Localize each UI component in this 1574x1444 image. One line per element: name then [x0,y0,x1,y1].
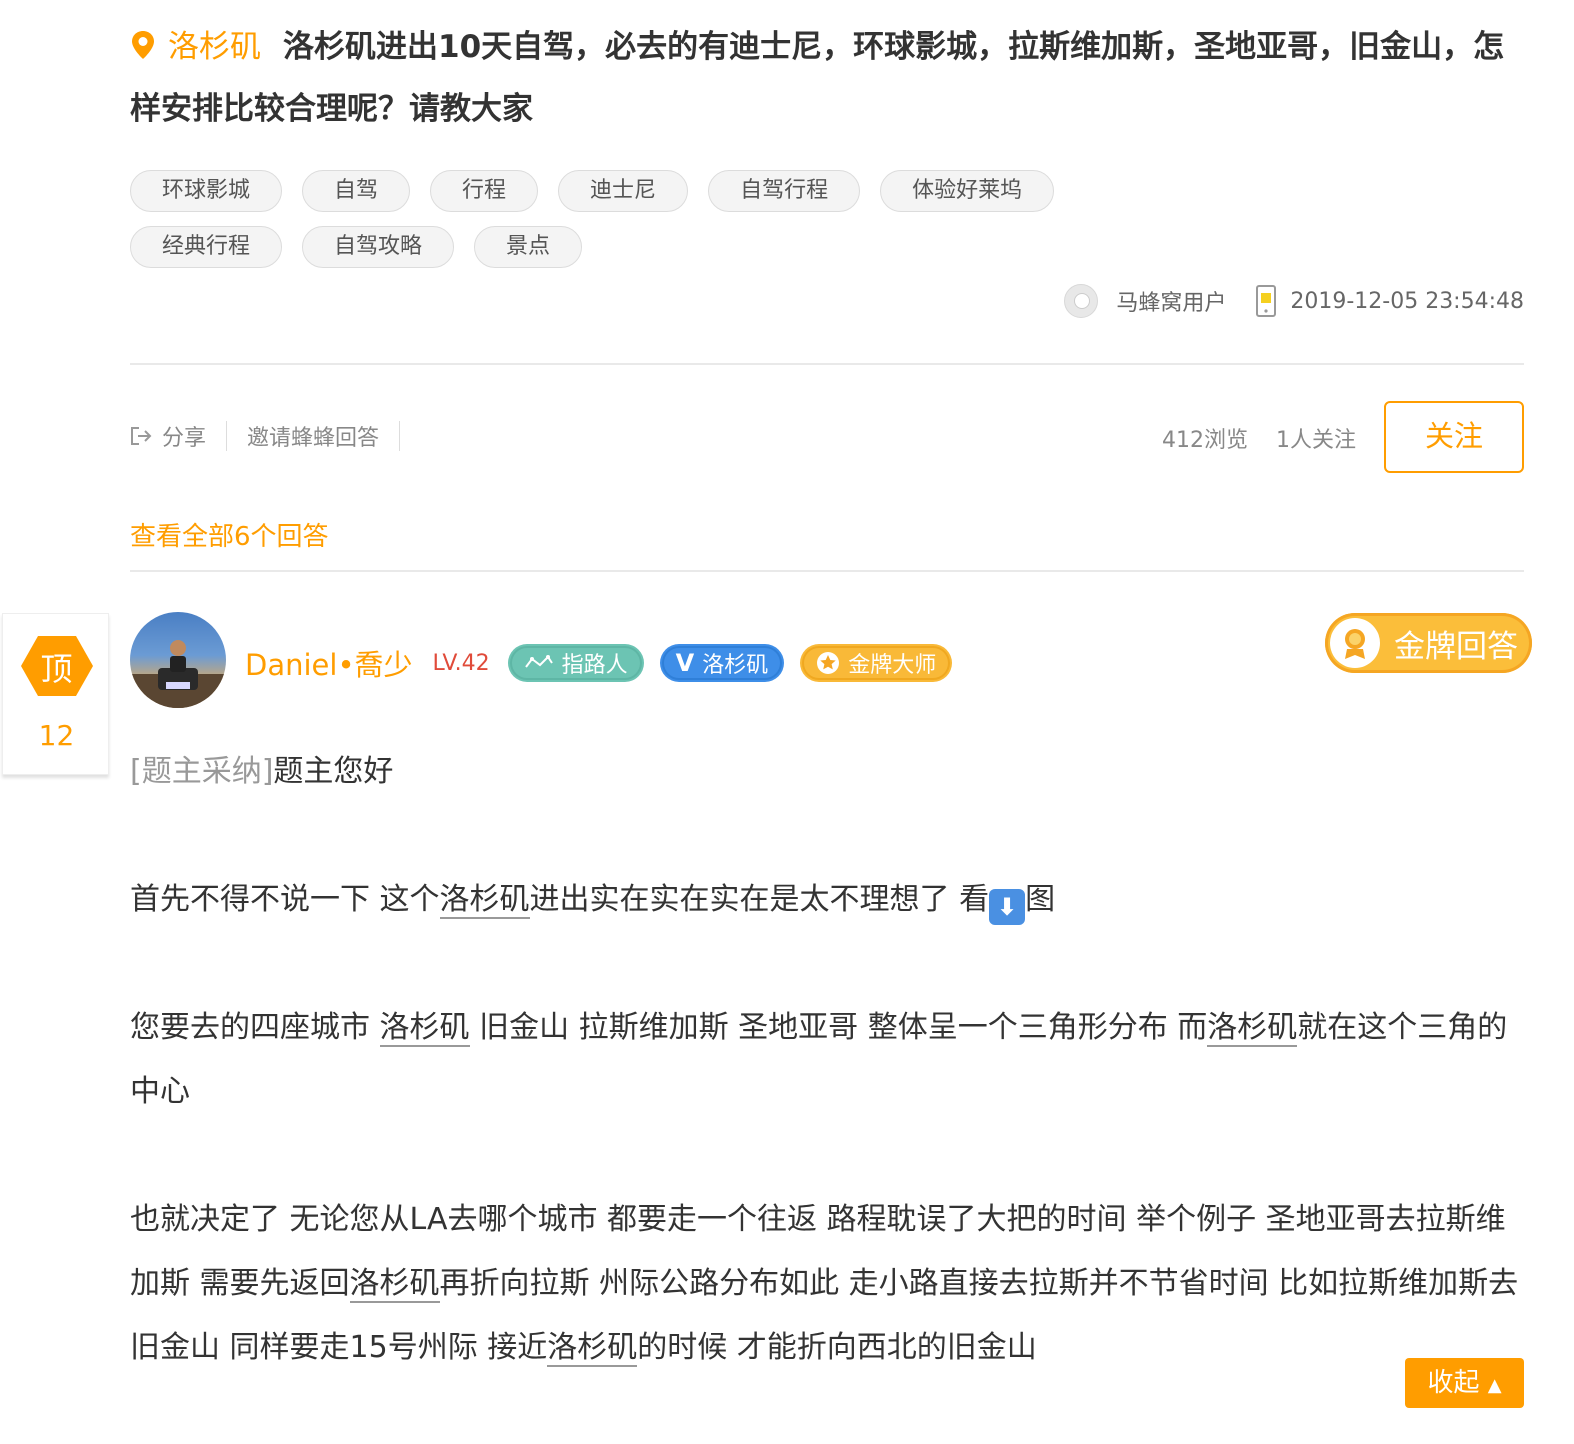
badge-label: 指路人 [561,653,628,678]
gold-master-badge[interactable]: 金牌大师 [800,644,953,682]
tag[interactable]: 自驾攻略 [302,226,455,268]
answer-paragraph: [题主采纳]题主您好 [130,740,1524,804]
question-meta: 马蜂窝用户 2019-12-05 23:54:48 [1064,283,1524,319]
answer-paragraph: 您要去的四座城市 洛杉矶 旧金山 拉斯维加斯 圣地亚哥 整体呈一个三角形分布 而… [130,996,1524,1124]
guide-badge[interactable]: 指路人 [507,644,644,682]
upvote-box[interactable]: 顶 12 [2,613,109,775]
user-level: LV.42 [432,650,490,676]
divider [130,570,1524,572]
invite-answer-button[interactable]: 邀请蜂蜂回答 [247,420,379,452]
share-button[interactable]: 分享 [162,420,206,452]
divider [226,421,228,451]
answer-text: 旧金山 拉斯维加斯 圣地亚哥 整体呈一个三角形分布 而 [469,1010,1208,1045]
answer-text: 的时候 才能折向西北的旧金山 [637,1330,1037,1365]
follower-count: 1人关注 [1276,428,1356,453]
route-icon [524,655,553,668]
answer-text: 您要去的四座城市 [130,1010,380,1045]
down-arrow-icon: ⬇ [989,889,1026,925]
gold-answer-label: 金牌回答 [1394,628,1518,665]
share-icon [131,427,152,445]
city-link[interactable]: 洛杉矶 [547,1330,638,1367]
answer-text: 图 [1025,882,1056,917]
badge-label: 金牌大师 [848,653,937,678]
upvote-label: 顶 [40,650,73,688]
view-count: 412浏览 [1162,428,1248,453]
answerer-info: Daniel•喬少 LV.42 指路人 V 洛杉矶 金牌大师 [245,642,968,684]
author-name[interactable]: 马蜂窝用户 [1116,285,1226,317]
tag-list: 环球影城 自驾 行程 迪士尼 自驾行程 体验好莱坞 经典行程 自驾攻略 景点 [130,170,1130,282]
upvote-count: 12 [38,719,75,752]
answer-content: [题主采纳]题主您好 首先不得不说一下 这个洛杉矶进出实在实在实在是太不理想了 … [130,740,1524,1444]
answer-paragraph: 首先不得不说一下 这个洛杉矶进出实在实在实在是太不理想了 看 ⬇ 图 [130,868,1524,932]
badge-label: 洛杉矶 [702,653,769,678]
location-link[interactable]: 洛杉矶 [168,29,261,65]
city-link[interactable]: 洛杉矶 [1207,1010,1298,1047]
city-link[interactable]: 洛杉矶 [349,1266,440,1303]
tag[interactable]: 自驾行程 [708,170,861,212]
answer-text: 题主您好 [273,754,394,789]
city-link[interactable]: 洛杉矶 [439,882,530,919]
city-link[interactable]: 洛杉矶 [379,1010,470,1047]
follow-button[interactable]: 关注 [1384,401,1524,473]
tag[interactable]: 行程 [430,170,539,212]
question-title-text: 洛杉矶进出10天自驾，必去的有迪士尼，环球影城，拉斯维加斯，圣地亚哥，旧金山，怎… [130,29,1505,127]
tag[interactable]: 环球影城 [130,170,283,212]
location-pin-icon [132,31,154,59]
phone-icon [1256,285,1277,317]
avatar-photo-icon [130,640,226,708]
tag[interactable]: 自驾 [302,170,411,212]
answer-text: 首先不得不说一下 这个 [130,882,440,917]
answer-text: 进出实在实在实在是太不理想了 看 [529,882,990,917]
action-bar: 分享 邀请蜂蜂回答 [130,420,420,452]
v-icon: V [675,649,695,677]
caret-up-icon: ▲ [1487,1375,1502,1396]
collapse-button[interactable]: 收起 ▲ [1405,1358,1524,1408]
medal-icon [1330,618,1380,668]
gold-answer-badge: 金牌回答 [1325,613,1532,673]
answerer-avatar[interactable] [130,612,226,708]
adopted-label: [题主采纳] [130,754,274,789]
question-stats: 412浏览 1人关注 [1162,422,1356,454]
answerer-name[interactable]: Daniel•喬少 [245,642,413,684]
view-all-answers-link[interactable]: 查看全部6个回答 [130,516,329,553]
collapse-label: 收起 [1427,1368,1480,1398]
answer-paragraph: 也就决定了 无论您从LA去哪个城市 都要走一个往返 路程耽误了大把的时间 举个例… [130,1188,1524,1380]
divider [399,421,401,451]
divider [130,363,1524,365]
verified-city-badge[interactable]: V 洛杉矶 [659,644,785,682]
star-icon [817,652,840,674]
tag[interactable]: 经典行程 [130,226,283,268]
tag[interactable]: 景点 [474,226,583,268]
tag[interactable]: 迪士尼 [558,170,689,212]
tag[interactable]: 体验好莱坞 [880,170,1055,212]
post-datetime: 2019-12-05 23:54:48 [1290,288,1524,314]
author-avatar[interactable] [1064,284,1099,318]
question-title: 洛杉矶 洛杉矶进出10天自驾，必去的有迪士尼，环球影城，拉斯维加斯，圣地亚哥，旧金… [130,16,1524,140]
